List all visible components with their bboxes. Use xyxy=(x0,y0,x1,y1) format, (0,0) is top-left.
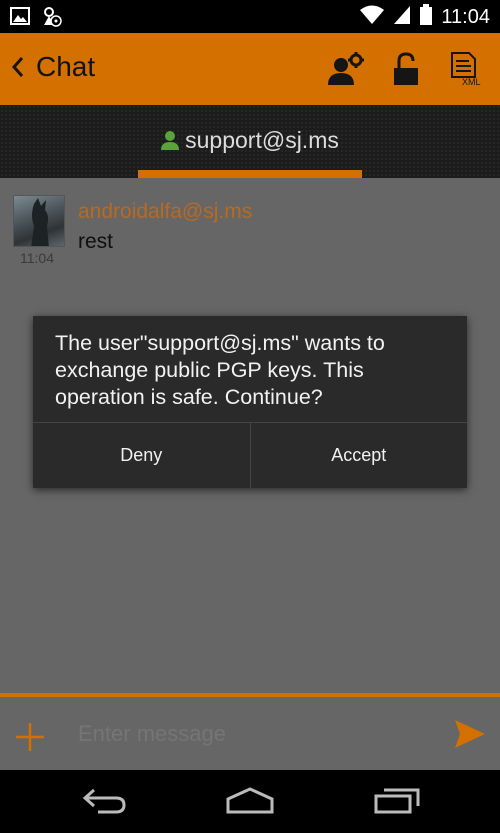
recents-icon[interactable] xyxy=(374,786,420,818)
send-icon[interactable] xyxy=(454,719,486,753)
navigation-bar xyxy=(0,770,500,833)
xml-badge: XML xyxy=(462,77,481,87)
page-title[interactable]: Chat xyxy=(36,51,95,83)
unlock-icon[interactable] xyxy=(386,49,426,89)
image-icon xyxy=(10,7,30,29)
action-bar: Chat XML xyxy=(0,33,500,105)
chevron-left-icon[interactable] xyxy=(10,55,26,83)
dialog-buttons: Deny Accept xyxy=(33,422,467,488)
dialog-message: The user"support@sj.ms" wants to exchang… xyxy=(55,331,385,409)
tab-contact[interactable]: support@sj.ms xyxy=(0,127,500,156)
xml-icon[interactable]: XML xyxy=(446,49,486,89)
message-sender: androidalfa@sj.ms xyxy=(78,200,253,223)
add-icon[interactable] xyxy=(14,721,46,757)
message-input-bar xyxy=(0,693,500,770)
home-icon[interactable] xyxy=(226,786,274,818)
media-icon xyxy=(40,5,62,31)
message-input[interactable] xyxy=(78,719,438,749)
contact-settings-icon[interactable] xyxy=(326,49,366,89)
battery-icon xyxy=(419,4,433,30)
tab-indicator xyxy=(138,170,362,178)
back-icon[interactable] xyxy=(82,786,128,818)
signal-icon xyxy=(393,5,411,29)
contact-tab-strip: support@sj.ms xyxy=(0,105,500,178)
person-icon xyxy=(161,129,180,156)
tab-contact-label: support@sj.ms xyxy=(185,127,339,153)
status-bar: 11:04 xyxy=(0,0,500,33)
pgp-key-exchange-dialog: The user"support@sj.ms" wants to exchang… xyxy=(33,316,467,488)
deny-button[interactable]: Deny xyxy=(33,423,250,488)
clock: 11:04 xyxy=(441,5,490,28)
wifi-icon xyxy=(359,5,385,29)
accept-button[interactable]: Accept xyxy=(249,423,468,488)
input-divider xyxy=(0,693,500,697)
message-text: rest xyxy=(78,230,114,253)
avatar xyxy=(13,195,65,247)
message-time: 11:04 xyxy=(20,250,54,266)
